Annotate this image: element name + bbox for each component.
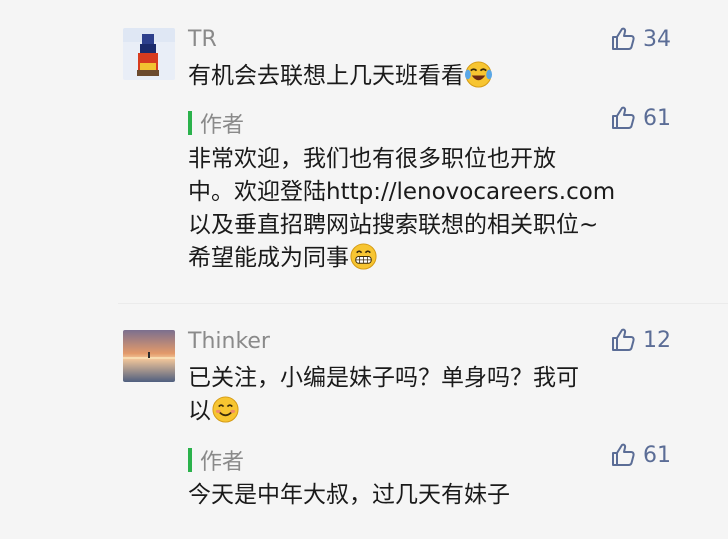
careers-link[interactable]: 中。欢迎登陆http://lenovocareers.com	[188, 176, 678, 209]
author-indicator	[188, 448, 192, 472]
thumbs-up-icon	[612, 106, 635, 129]
grinning-emoji	[349, 242, 378, 271]
comment-list: TR 34 有机会去联想上几天班看看 作者 61 非常欢迎，我们也有很多职位也开…	[0, 0, 728, 539]
thumbs-up-icon	[612, 27, 635, 50]
like-count: 61	[643, 442, 671, 468]
author-indicator	[188, 111, 192, 135]
like-button[interactable]: 61	[609, 104, 671, 132]
thumbs-up-icon	[612, 443, 635, 466]
laughing-tears-emoji	[464, 60, 493, 89]
thumbs-up-icon	[612, 328, 635, 351]
reply-text: 非常欢迎，我们也有很多职位也开放 中。欢迎登陆http://lenovocare…	[188, 143, 678, 275]
like-button[interactable]: 34	[609, 25, 671, 53]
like-count: 12	[643, 327, 671, 353]
smiling-emoji	[211, 395, 240, 424]
author-label: 作者	[200, 450, 245, 475]
avatar[interactable]	[123, 28, 175, 80]
like-count: 34	[643, 26, 671, 52]
like-button[interactable]: 12	[609, 326, 671, 354]
reply-text: 今天是中年大叔，过几天有妹子	[188, 482, 510, 508]
comment-text: 有机会去联想上几天班看看	[188, 60, 668, 93]
commenter-name[interactable]: Thinker	[188, 329, 270, 354]
comment-text: 已关注，小编是妹子吗？单身吗？我可 以	[188, 365, 579, 424]
comment-divider	[118, 303, 728, 304]
commenter-name[interactable]: TR	[188, 27, 217, 52]
like-count: 61	[643, 105, 671, 131]
author-tag: 作者	[188, 107, 244, 139]
like-button[interactable]: 61	[609, 441, 671, 469]
avatar[interactable]	[123, 330, 175, 382]
author-label: 作者	[200, 113, 245, 138]
author-tag: 作者	[188, 444, 244, 476]
